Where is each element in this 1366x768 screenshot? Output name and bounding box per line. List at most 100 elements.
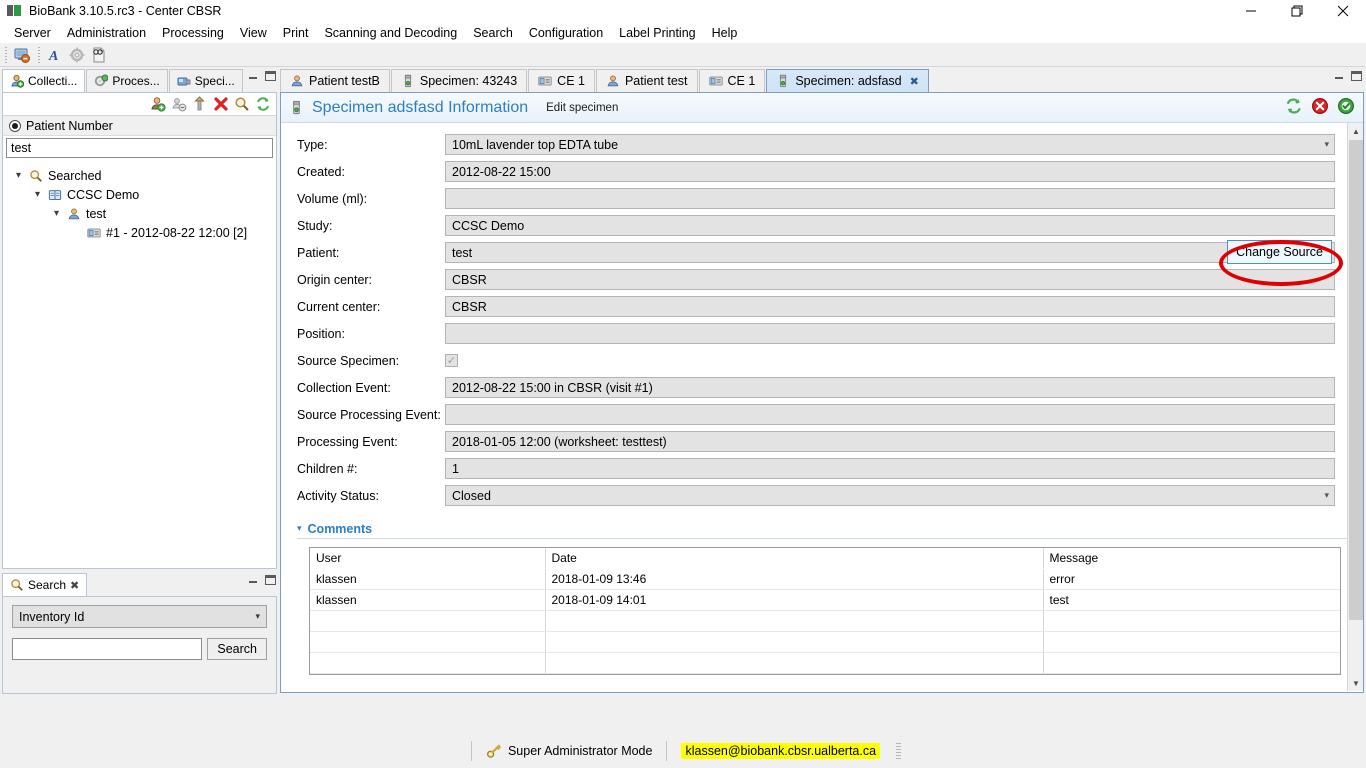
column-header-message[interactable]: Message — [1043, 548, 1340, 569]
cell-date — [545, 652, 1044, 674]
scroll-down-icon[interactable]: ▼ — [1348, 675, 1364, 691]
minimize-view-icon[interactable] — [248, 71, 259, 81]
left-panel: Collecti... Proces... Speci... Patient N… — [2, 69, 277, 569]
sidebar-tab-processing[interactable]: Proces... — [86, 69, 168, 92]
table-row[interactable] — [310, 652, 1340, 674]
column-header-date[interactable]: Date — [545, 548, 1044, 569]
menu-administration[interactable]: Administration — [59, 24, 154, 42]
maximize-view-icon[interactable] — [265, 575, 276, 585]
field-patient-input[interactable]: test — [445, 242, 1335, 263]
field-label-study: Study: — [297, 218, 333, 233]
chevron-down-icon[interactable]: ▾ — [13, 170, 24, 181]
search-button[interactable]: Search — [207, 638, 267, 660]
field-children-input[interactable]: 1 — [445, 458, 1335, 479]
font-style-icon[interactable]: A — [44, 45, 66, 65]
table-row[interactable] — [310, 631, 1340, 653]
editor-tab-patient-testb[interactable]: Patient testB — [280, 69, 390, 92]
sidebar-tab-specimens[interactable]: Speci... — [168, 69, 243, 92]
patient-number-radio[interactable] — [9, 120, 21, 132]
search-view-body: Inventory Id ▾ Search — [2, 597, 277, 694]
add-patient-icon[interactable] — [150, 96, 166, 112]
tree-item-study[interactable]: ▾ CCSC Demo — [13, 185, 276, 204]
patient-number-radio-row[interactable]: Patient Number — [3, 116, 276, 136]
menu-search[interactable]: Search — [465, 24, 521, 42]
menu-help[interactable]: Help — [704, 24, 746, 42]
field-collection-event-input[interactable]: 2012-08-22 15:00 in CBSR (visit #1) — [445, 377, 1335, 398]
source-specimen-checkbox[interactable]: ✓ — [445, 354, 458, 367]
column-header-user[interactable]: User — [310, 548, 546, 569]
patient-search-input[interactable]: test — [6, 138, 273, 158]
menu-view[interactable]: View — [232, 24, 275, 42]
field-row-current-center: Current center: CBSR — [297, 293, 1335, 320]
maximize-view-icon[interactable] — [265, 71, 276, 81]
scan-document-icon[interactable] — [88, 45, 110, 65]
change-source-button[interactable]: Change Source — [1227, 240, 1332, 264]
field-volume-input[interactable] — [445, 188, 1335, 209]
ok-green-icon[interactable] — [1337, 97, 1355, 115]
field-activity-status-select[interactable]: Closed ▾ — [445, 485, 1335, 506]
search-input[interactable] — [12, 638, 203, 660]
tree-item-patient[interactable]: ▾ test — [13, 204, 276, 223]
field-row-activity-status: Activity Status: Closed ▾ — [297, 482, 1335, 509]
field-origin-center-input[interactable]: CBSR — [445, 269, 1335, 290]
tab-search[interactable]: Search ✖ — [2, 573, 88, 596]
chevron-down-icon[interactable]: ▾ — [51, 208, 62, 219]
maximize-view-icon[interactable] — [1351, 71, 1362, 81]
delete-red-icon[interactable] — [1311, 97, 1329, 115]
chevron-down-icon[interactable]: ▾ — [297, 523, 302, 534]
refresh-icon[interactable] — [255, 96, 271, 112]
refresh-icon[interactable] — [1285, 97, 1303, 115]
field-created-input[interactable]: 2012-08-22 15:00 — [445, 161, 1335, 182]
search-icon[interactable] — [234, 96, 250, 112]
editor-tab-specimen-43243[interactable]: Specimen: 43243 — [390, 69, 528, 92]
minimize-view-icon[interactable] — [1334, 71, 1345, 81]
close-icon[interactable]: ✖ — [70, 579, 79, 592]
close-icon[interactable] — [1320, 0, 1366, 22]
specimen-icon — [289, 100, 304, 115]
tree-item-collection-event[interactable]: #1 - 2012-08-22 12:00 [2] — [13, 223, 276, 242]
toolbar-grip-2[interactable] — [37, 45, 41, 64]
editor-tab-ce-1-a[interactable]: CE 1 — [528, 69, 595, 92]
gear-settings-icon[interactable] — [66, 45, 88, 65]
delete-icon[interactable] — [213, 96, 229, 112]
table-row[interactable]: klassen 2018-01-09 13:46 error — [310, 568, 1340, 590]
table-row[interactable] — [310, 610, 1340, 632]
scroll-up-icon[interactable]: ▲ — [1348, 123, 1364, 139]
server-connection-icon[interactable] — [11, 45, 33, 65]
search-type-select[interactable]: Inventory Id ▾ — [12, 605, 267, 628]
field-current-center-input[interactable]: CBSR — [445, 296, 1335, 317]
editor-tab-patient-test[interactable]: Patient test — [595, 69, 698, 92]
field-type-select[interactable]: 10mL lavender top EDTA tube ▾ — [445, 134, 1335, 155]
field-source-processing-event-input[interactable] — [445, 404, 1335, 425]
minimize-icon[interactable] — [1228, 0, 1274, 22]
field-processing-event-input[interactable]: 2018-01-05 12:00 (worksheet: testtest) — [445, 431, 1335, 452]
status-resize-grip[interactable] — [896, 743, 902, 759]
menu-label-printing[interactable]: Label Printing — [611, 24, 703, 42]
editor-tab-specimen-adsfasd[interactable]: Specimen: adsfasd ✖ — [766, 69, 929, 92]
menu-print[interactable]: Print — [275, 24, 317, 42]
close-icon[interactable]: ✖ — [910, 75, 919, 88]
chevron-down-icon[interactable]: ▾ — [32, 189, 43, 200]
editor-vertical-scrollbar[interactable]: ▲ ▼ — [1347, 123, 1363, 691]
magnifier-icon — [29, 169, 43, 183]
field-row-volume: Volume (ml): — [297, 185, 1335, 212]
comments-section-header[interactable]: ▾ Comments — [297, 519, 1351, 539]
field-study-input[interactable]: CCSC Demo — [445, 215, 1335, 236]
remove-patient-icon[interactable] — [171, 96, 187, 112]
menu-configuration[interactable]: Configuration — [521, 24, 611, 42]
menu-processing[interactable]: Processing — [154, 24, 232, 42]
tree-item-searched[interactable]: ▾ Searched — [13, 166, 276, 185]
scrollbar-thumb[interactable] — [1349, 140, 1363, 620]
table-row[interactable]: klassen 2018-01-09 14:01 test — [310, 589, 1340, 611]
toolbar-grip[interactable] — [4, 45, 8, 64]
sidebar-tab-collections[interactable]: Collecti... — [2, 69, 86, 92]
field-position-input[interactable] — [445, 323, 1335, 344]
restore-icon[interactable] — [1274, 0, 1320, 22]
menu-server[interactable]: Server — [6, 24, 59, 42]
editor-tab-ce-1-b[interactable]: CE 1 — [698, 69, 766, 92]
menu-scanning-and-decoding[interactable]: Scanning and Decoding — [316, 24, 465, 42]
field-processing-event-value: 2018-01-05 12:00 (worksheet: testtest) — [452, 434, 667, 449]
move-up-icon[interactable] — [192, 96, 208, 112]
minimize-view-icon[interactable] — [248, 575, 259, 585]
field-row-source-processing-event: Source Processing Event: — [297, 401, 1335, 428]
